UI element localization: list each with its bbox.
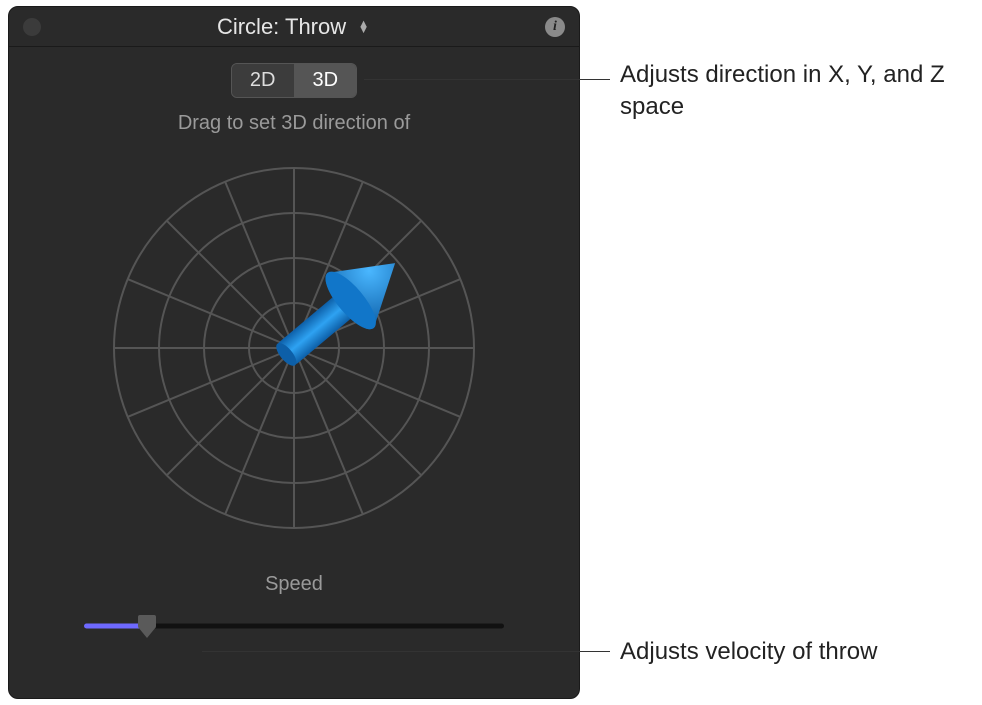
callout-top: Adjusts direction in X, Y, and Z space — [620, 59, 960, 124]
dimension-toggle: 2D 3D — [231, 63, 357, 98]
toggle-2d-button[interactable]: 2D — [232, 64, 294, 97]
callout-line-bottom — [202, 651, 610, 652]
panel-body: 2D 3D Drag to set 3D direction of — [9, 47, 579, 698]
wheel-grid-icon — [109, 163, 479, 533]
callout-line-top — [364, 79, 610, 80]
toggle-3d-button[interactable]: 3D — [294, 64, 357, 97]
chevron-updown-icon: ▲▼ — [356, 19, 371, 35]
instruction-label: Drag to set 3D direction of — [178, 112, 410, 135]
direction-wheel[interactable] — [109, 163, 479, 533]
info-icon[interactable]: i — [545, 17, 565, 37]
title-dropdown[interactable]: Circle: Throw ▲▼ — [217, 14, 371, 40]
callout-bottom: Adjusts velocity of throw — [620, 636, 970, 668]
panel-title: Circle: Throw — [217, 14, 346, 40]
speed-slider[interactable] — [84, 614, 504, 638]
status-dot-icon — [23, 18, 41, 36]
hud-panel: Circle: Throw ▲▼ i 2D 3D Drag to set 3D … — [8, 6, 580, 699]
panel-header: Circle: Throw ▲▼ i — [9, 7, 579, 47]
speed-label: Speed — [265, 573, 323, 596]
